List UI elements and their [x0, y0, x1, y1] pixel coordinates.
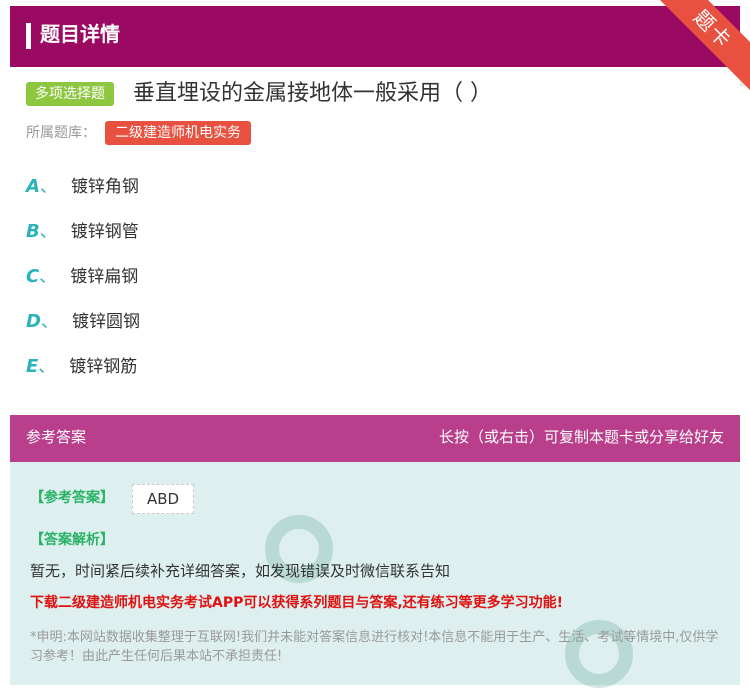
page-title: 题目详情: [40, 22, 120, 46]
option-separator: 、: [39, 222, 57, 242]
answer-header: 参考答案 长按（或右击）可复制本题卡或分享给好友: [10, 415, 740, 462]
option-text: 镀锌钢筋: [69, 357, 138, 377]
corner-ribbon-label: 题卡: [650, 0, 750, 90]
option-letter: B: [26, 221, 40, 242]
analysis-text: 暂无，时间紧后续补充详细答案，如发现错误及时微信联系告知: [30, 562, 451, 580]
option-letter: A: [26, 176, 40, 197]
option-letter: E: [26, 356, 39, 377]
option-separator: 、: [39, 177, 57, 197]
option-separator: 、: [40, 312, 58, 332]
option-letter: C: [26, 266, 40, 287]
option-text: 镀锌角钢: [70, 177, 139, 197]
option-text: 镀锌圆钢: [71, 312, 140, 332]
question-text: 垂直埋设的金属接地体一般采用（ ）: [133, 81, 492, 106]
disclaimer-text: *申明:本网站数据收集整理于互联网!我们并未能对答案信息进行核对!本信息不能用于…: [30, 630, 719, 664]
bank-label: 所属题库：: [26, 125, 96, 141]
option-separator: 、: [39, 267, 57, 287]
answer-header-title: 参考答案: [26, 428, 87, 446]
option-separator: 、: [38, 357, 56, 377]
option-e[interactable]: E、 镀锌钢筋: [26, 352, 137, 382]
answer-label: 【参考答案】: [30, 490, 114, 506]
option-d[interactable]: D、 镀锌圆钢: [26, 307, 140, 337]
question-type-badge: 多项选择题: [26, 82, 114, 106]
corner-ribbon[interactable]: 题卡: [650, 0, 750, 90]
bank-name-badge[interactable]: 二级建造师机电实务: [105, 121, 251, 145]
header-accent-bar: [26, 23, 31, 49]
analysis-label: 【答案解析】: [30, 532, 114, 548]
option-text: 镀锌钢管: [70, 222, 139, 242]
option-b[interactable]: B、 镀锌钢管: [26, 217, 139, 247]
option-letter: D: [26, 311, 41, 332]
option-c[interactable]: C、 镀锌扁钢: [26, 262, 138, 292]
share-hint: 长按（或右击）可复制本题卡或分享给好友: [438, 428, 724, 446]
page-header: 题目详情: [10, 6, 740, 67]
answer-value: ABD: [132, 484, 195, 514]
option-a[interactable]: A、 镀锌角钢: [26, 172, 139, 202]
option-text: 镀锌扁钢: [70, 267, 139, 287]
answer-section: 参考答案 长按（或右击）可复制本题卡或分享给好友 【参考答案】 ABD 【答案解…: [10, 415, 740, 688]
app-download-promo[interactable]: 下载二级建造师机电实务考试APP可以获得系列题目与答案,还有练习等更多学习功能!: [30, 592, 563, 614]
